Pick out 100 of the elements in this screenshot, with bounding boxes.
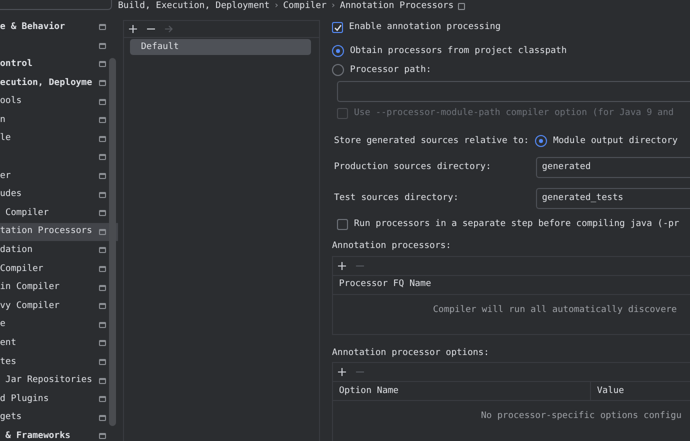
checkbox-label: Run processors in a separate step before compiling java (-pr [354, 219, 680, 230]
sidebar-item[interactable]: dation [0, 241, 118, 260]
sidebar-item[interactable]: ent [0, 334, 118, 353]
section-title: Annotation processor options: [332, 348, 490, 358]
radio-button[interactable] [332, 45, 344, 57]
sidebar-item-label: Compiler [0, 264, 44, 274]
checkbox-label: Enable annotation processing [349, 22, 501, 33]
sidebar-item-label: ent [0, 338, 16, 349]
sidebar-item[interactable]: le [0, 130, 118, 148]
sidebar-item-label: in Compiler [0, 282, 60, 293]
sidebar-item[interactable]: & Frameworks [0, 427, 118, 441]
settings-scope-icon [99, 210, 106, 216]
empty-table-message: Compiler will run all automatically discovere [432, 304, 678, 316]
radio-label: Obtain processors from project classpath [350, 46, 567, 56]
sidebar-item[interactable]: Compiler [0, 204, 118, 223]
settings-scope-icon [99, 340, 106, 346]
breadcrumb-separator: › [274, 0, 280, 12]
settings-scope-icon [99, 98, 106, 105]
settings-scope-icon [99, 173, 106, 180]
column-header[interactable]: Processor FQ Name [333, 276, 432, 294]
sidebar-item-label: tation Processors [0, 226, 92, 238]
sidebar-item-label: e & Behavior [0, 22, 66, 33]
processor-path-field[interactable] [337, 81, 690, 102]
scrollbar-thumb[interactable] [109, 58, 116, 426]
sidebar-item-label: gets [0, 412, 22, 424]
sidebar-item[interactable]: Jar Repositories [0, 371, 118, 390]
radio-label: Module output directory [553, 136, 678, 146]
sidebar-item-label: dation [0, 245, 33, 256]
settings-scope-icon [99, 136, 106, 142]
breadcrumb-item[interactable]: Compiler [283, 0, 326, 12]
settings-scope-icon [99, 396, 106, 402]
sidebar-item[interactable]: ools [0, 92, 118, 111]
field-label: Store generated sources relative to: [334, 136, 530, 146]
text-field[interactable]: generated [536, 157, 690, 178]
settings-scope-icon [99, 80, 106, 86]
sidebar-item[interactable]: ontrol [0, 55, 118, 74]
sidebar-item-label: e [0, 319, 6, 330]
sidebar-item[interactable]: tation Processors [0, 222, 118, 242]
sidebar-item[interactable]: in Compiler [0, 278, 118, 297]
search-field[interactable] [0, 0, 112, 10]
sidebar-item[interactable]: e & Behavior [0, 18, 118, 37]
sidebar-item-label: Compiler [4, 208, 49, 219]
settings-scope-icon [99, 117, 106, 124]
add-icon[interactable] [128, 24, 138, 34]
sidebar-item-label: udes [0, 189, 22, 200]
settings-scope-icon [99, 61, 106, 68]
checkbox[interactable] [337, 219, 348, 230]
sidebar-item-label: vy Compiler [0, 300, 60, 312]
sidebar-item-label: ecution, Deployme [0, 78, 92, 88]
sidebar-item[interactable]: d Plugins [0, 390, 118, 408]
radio-button[interactable] [332, 64, 344, 76]
sidebar-item-label: le [0, 133, 11, 144]
settings-scope-icon [99, 433, 106, 440]
checkbox-label: Use --processor-module-path compiler option (for Java 9 and [354, 108, 674, 119]
settings-scope-icon [99, 266, 106, 272]
section-title: Annotation processors: [332, 241, 452, 252]
settings-scope-icon [99, 154, 106, 160]
sidebar-item-label: n [0, 114, 6, 126]
breadcrumb-separator: › [330, 0, 336, 12]
sidebar-item[interactable]: n [0, 110, 118, 130]
radio-button[interactable] [535, 135, 548, 147]
settings-scope-icon [458, 2, 465, 10]
breadcrumb-item[interactable]: Annotation Processors [340, 0, 454, 12]
settings-scope-icon [99, 414, 106, 421]
settings-scope-icon [99, 24, 106, 30]
sidebar-item[interactable]: er [0, 166, 118, 186]
column-header[interactable]: Option Name [333, 382, 591, 400]
settings-scope-icon [99, 378, 106, 384]
sidebar-item[interactable]: e [0, 316, 118, 334]
column-header[interactable]: Value [591, 382, 690, 400]
sidebar-item[interactable]: ecution, Deployme [0, 74, 118, 92]
settings-scope-icon [99, 228, 106, 235]
sidebar-item[interactable]: udes [0, 185, 118, 204]
sidebar-item[interactable]: vy Compiler [0, 296, 118, 316]
add-icon[interactable] [337, 367, 347, 378]
settings-scope-icon [99, 247, 106, 254]
sidebar-item[interactable]: Compiler [0, 260, 118, 278]
sidebar-item-label: & Frameworks [4, 430, 70, 441]
sidebar-item-label: ontrol [0, 59, 33, 70]
settings-scope-icon [99, 192, 106, 198]
settings-scope-icon [99, 322, 106, 328]
sidebar-item-label: er [0, 170, 11, 182]
sidebar-item-label: tes [0, 356, 16, 368]
profile-item[interactable]: Default [130, 39, 311, 55]
field-label: Test sources directory: [334, 193, 460, 204]
sidebar-item[interactable]: gets [0, 408, 118, 428]
settings-scope-icon [99, 42, 106, 49]
sidebar-item-label: Jar Repositories [4, 375, 92, 386]
radio-label: Processor path: [350, 64, 432, 76]
sidebar-item[interactable]: tes [0, 352, 118, 372]
checkbox[interactable] [332, 22, 343, 33]
breadcrumb-item[interactable]: Build, Execution, Deployment [118, 0, 270, 12]
sidebar-item-label: d Plugins [0, 394, 49, 405]
settings-scope-icon [99, 303, 106, 310]
field-label: Production sources directory: [334, 162, 492, 173]
settings-scope-icon [99, 358, 106, 365]
empty-table-message: No processor-specific options configu [480, 411, 682, 422]
settings-scope-icon [99, 284, 106, 291]
text-field[interactable]: generated_tests [536, 188, 690, 209]
add-icon[interactable] [337, 260, 347, 271]
